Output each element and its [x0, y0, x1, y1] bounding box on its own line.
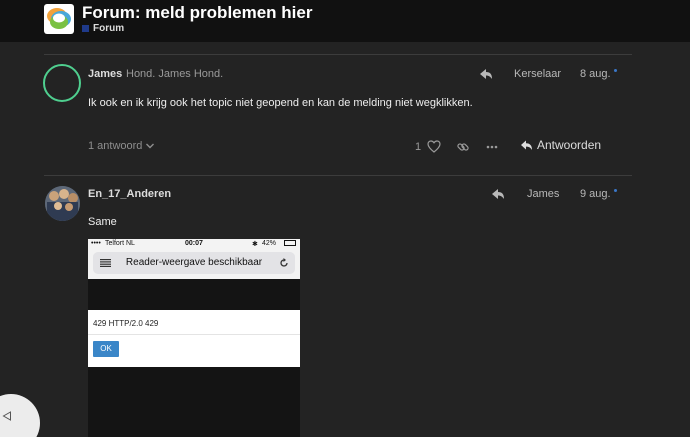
post-date[interactable]: 8 aug.	[580, 68, 611, 80]
phone-status-bar: •••• Telfort NL 00:07 ✱ 42%	[88, 239, 300, 249]
post-body: Ik ook en ik krijg ook het topic niet ge…	[88, 97, 473, 109]
replies-toggle[interactable]: 1 antwoord	[88, 140, 155, 152]
site-header: Forum: meld problemen hier Forum	[0, 0, 690, 42]
carrier-label: Telfort NL	[105, 240, 135, 247]
category-badge[interactable]: Forum	[82, 23, 124, 34]
reply-arrow-icon	[492, 189, 504, 199]
chevron-down-icon	[146, 143, 155, 149]
play-icon	[2, 411, 11, 421]
link-icon[interactable]	[456, 140, 470, 154]
error-dialog: 429 HTTP/2.0 429 OK	[88, 310, 300, 367]
post-body: Same	[88, 216, 117, 228]
unread-indicator	[614, 189, 617, 192]
reply-button[interactable]: Antwoorden	[520, 138, 601, 152]
topic-title[interactable]: Forum: meld problemen hier	[82, 3, 312, 23]
avatar[interactable]	[45, 186, 80, 221]
reply-icon	[521, 140, 532, 150]
battery-label: 42%	[262, 240, 277, 247]
replies-count-label: 1 antwoord	[88, 140, 143, 152]
reply-to-user[interactable]: James	[527, 188, 559, 200]
battery-icon	[284, 240, 296, 246]
signal-icon: ••••	[91, 240, 101, 247]
post-divider	[44, 175, 632, 176]
post-username[interactable]: En_17_Anderen	[88, 188, 171, 200]
error-message: 429 HTTP/2.0 429	[93, 319, 159, 328]
like-count: 1	[415, 141, 422, 153]
post-username[interactable]: James	[88, 68, 122, 80]
attached-screenshot[interactable]: •••• Telfort NL 00:07 ✱ 42% Reader-weerg…	[88, 239, 300, 437]
bluetooth-icon: ✱	[252, 241, 258, 248]
reload-icon[interactable]	[279, 258, 289, 268]
post-date[interactable]: 9 aug.	[580, 188, 611, 200]
heart-icon[interactable]	[427, 140, 441, 153]
forum-logo-icon[interactable]	[44, 4, 74, 34]
avatar[interactable]	[43, 64, 81, 102]
dialog-divider	[88, 334, 300, 335]
post-full-name: Hond. James Hond.	[126, 68, 224, 80]
floating-action-button[interactable]	[0, 394, 40, 437]
category-color-square	[82, 25, 89, 32]
category-label: Forum	[93, 23, 125, 34]
url-text: Reader-weergave beschikbaar	[125, 257, 263, 268]
ok-button[interactable]: OK	[93, 341, 119, 357]
reply-arrow-icon	[480, 69, 492, 79]
reply-to-user[interactable]: Kerselaar	[514, 68, 561, 80]
url-field[interactable]: Reader-weergave beschikbaar	[93, 252, 295, 274]
reply-button-label: Antwoorden	[537, 138, 602, 152]
unread-indicator	[614, 69, 617, 72]
more-icon[interactable]	[486, 145, 498, 149]
post-divider	[44, 54, 632, 55]
clock-label: 00:07	[185, 240, 203, 247]
browser-toolbar: Reader-weergave beschikbaar	[88, 249, 300, 279]
